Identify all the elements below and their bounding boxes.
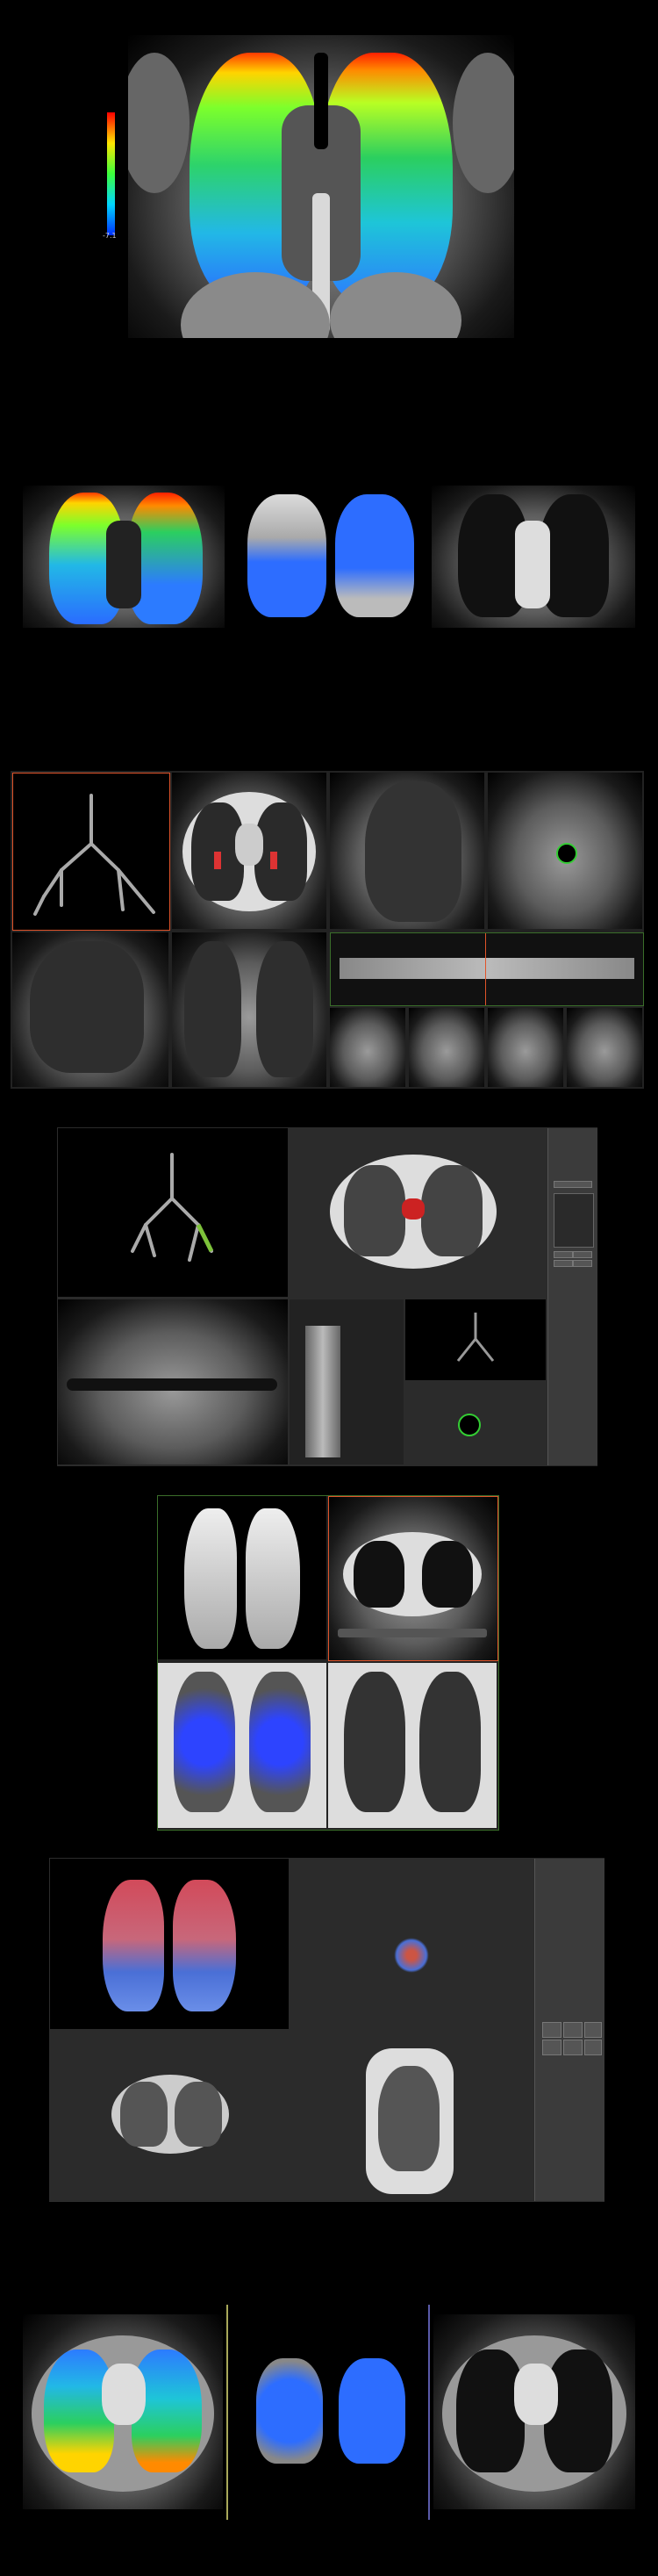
airway-strip: [305, 1326, 340, 1457]
sidebar-button[interactable]: [542, 2022, 561, 2038]
table: [338, 1629, 487, 1637]
right-lung-overlay: [174, 1672, 235, 1812]
sidebar-button[interactable]: [584, 2022, 602, 2038]
left-lung-3d: [173, 1880, 236, 2011]
airway-path: [67, 1378, 277, 1391]
cross-section-4: [567, 1008, 642, 1087]
airway-highlight: [270, 852, 277, 869]
coronal-lung: [172, 932, 326, 1087]
airway-lumen: [556, 843, 577, 864]
cross-section-2: [409, 1008, 484, 1087]
colorbar: [107, 112, 115, 235]
sidebar-button[interactable]: [563, 2040, 583, 2055]
sidebar-list[interactable]: [554, 1193, 594, 1248]
mediastinum: [515, 521, 550, 608]
axial-segmentation: [233, 2314, 425, 2509]
lung-3d-render[interactable]: [158, 1496, 326, 1659]
curved-airway-view[interactable]: [58, 1299, 288, 1464]
airway-tree-3d: [12, 773, 170, 931]
heart: [235, 824, 263, 866]
right-lung-mask: [256, 2358, 323, 2464]
cross-section-3: [488, 1008, 563, 1087]
left-lung-mask: [339, 2358, 405, 2464]
airway-sidebar: [547, 1128, 597, 1465]
left-lung-mask: [335, 494, 414, 617]
shoulder-right: [453, 53, 514, 193]
lung-overlay: [394, 1938, 429, 1973]
left-lung: [175, 2082, 222, 2147]
right-lung-3d: [103, 1880, 164, 2011]
left-lung: [256, 941, 313, 1077]
sidebar-button[interactable]: [542, 2040, 561, 2055]
sagittal-ventilation[interactable]: [290, 2031, 533, 2201]
sidebar-button[interactable]: [573, 1260, 592, 1267]
airway-tree-icon: [131, 1153, 214, 1262]
airway-3d-view[interactable]: [58, 1128, 288, 1297]
cross-section-airway: [488, 773, 642, 929]
heart: [514, 2364, 558, 2425]
straightened-view[interactable]: [290, 1299, 404, 1464]
mini-tree-view[interactable]: [405, 1299, 546, 1380]
airway-highlight: [214, 852, 221, 869]
trachea: [314, 53, 328, 149]
straightened-airway: [330, 932, 644, 1006]
left-lung: [422, 1541, 473, 1608]
airway-highlight: [402, 1198, 425, 1220]
right-lung: [120, 2082, 168, 2147]
right-lung: [184, 941, 241, 1077]
left-lung-overlay: [249, 1672, 311, 1812]
right-lung: [456, 2349, 525, 2472]
sidebar-button[interactable]: [584, 2040, 602, 2055]
ventilation-3d[interactable]: [50, 1859, 289, 2029]
sidebar-button[interactable]: [563, 2022, 583, 2038]
airway-lumen: [458, 1414, 481, 1436]
right-lung: [344, 1165, 405, 1256]
marker-line: [485, 933, 486, 1005]
sidebar-button[interactable]: [554, 1251, 573, 1258]
shoulder-left: [128, 53, 190, 193]
ventilation-small[interactable]: [290, 1859, 533, 2029]
airway-tree-icon: [456, 1313, 495, 1362]
ventilation-sidebar: [534, 1859, 604, 2201]
cross-section-1: [330, 1008, 405, 1087]
coronal-ct-plain[interactable]: [328, 1663, 497, 1828]
axial-airway: [172, 773, 326, 929]
right-lung: [354, 1541, 404, 1608]
colorbar-min-label: -7.1: [103, 232, 117, 240]
coronal-heatmap-small: [23, 486, 225, 628]
left-lung-3d: [246, 1508, 300, 1649]
coronal-ct: [432, 486, 635, 628]
lung: [365, 781, 461, 922]
lung: [378, 2066, 440, 2171]
axial-heatmap: [23, 2314, 223, 2509]
sagittal-airway: [330, 773, 484, 929]
lung: [30, 941, 144, 1073]
left-lung: [419, 1672, 481, 1812]
right-lung-3d: [184, 1508, 237, 1649]
right-lung: [344, 1672, 405, 1812]
panel-divider: [226, 2305, 228, 2520]
sidebar-button[interactable]: [554, 1181, 592, 1188]
mediastinum: [106, 521, 141, 608]
axial-ct: [433, 2314, 635, 2509]
coronal-segmentation: [230, 486, 427, 628]
cross-section-view[interactable]: [405, 1382, 546, 1464]
airway-tree-icon: [33, 794, 155, 916]
heart: [102, 2364, 146, 2425]
sidebar-button[interactable]: [554, 1260, 573, 1267]
coronal-heatmap-panel: [128, 35, 514, 338]
sidebar-button[interactable]: [573, 1251, 592, 1258]
left-lung: [421, 1165, 483, 1256]
right-lung-mask: [247, 494, 326, 617]
coronal-emphysema[interactable]: [158, 1663, 326, 1828]
axial-chest[interactable]: [328, 1496, 498, 1661]
airway-strip: [340, 958, 634, 979]
panel-divider: [428, 2305, 430, 2520]
axial-ventilation[interactable]: [50, 2031, 289, 2201]
axial-view[interactable]: [290, 1128, 546, 1297]
sagittal-lung: [12, 932, 168, 1087]
